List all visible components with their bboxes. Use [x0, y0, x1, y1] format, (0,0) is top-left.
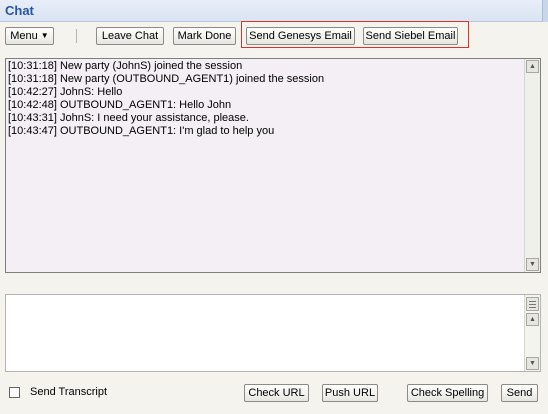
- transcript-line: [10:31:18] New party (JohnS) joined the …: [8, 60, 243, 72]
- transcript-scrollbar[interactable]: ▲ ▼: [524, 59, 540, 272]
- chat-title-bar: Chat: [0, 0, 548, 22]
- check-spelling-button[interactable]: Check Spelling: [407, 384, 488, 402]
- toolbar-separator: [76, 29, 77, 43]
- scroll-thumb[interactable]: [526, 297, 539, 311]
- scroll-up-arrow-icon[interactable]: ▲: [526, 60, 539, 73]
- window-title: Chat: [5, 3, 34, 18]
- leave-chat-button[interactable]: Leave Chat: [96, 27, 164, 45]
- check-url-button[interactable]: Check URL: [244, 384, 309, 402]
- scroll-down-arrow-icon[interactable]: ▼: [526, 357, 539, 370]
- transcript-line: [10:43:31] JohnS: I need your assistance…: [8, 112, 249, 124]
- mark-done-button[interactable]: Mark Done: [173, 27, 236, 45]
- send-button[interactable]: Send: [501, 384, 538, 402]
- scroll-down-arrow-icon[interactable]: ▼: [526, 258, 539, 271]
- transcript-line: [10:43:47] OUTBOUND_AGENT1: I'm glad to …: [8, 125, 275, 137]
- push-url-button[interactable]: Push URL: [322, 384, 378, 402]
- menu-button-label: Menu: [10, 30, 38, 42]
- chat-transcript[interactable]: [10:31:18] New party (JohnS) joined the …: [5, 58, 541, 273]
- transcript-lines: [10:31:18] New party (JohnS) joined the …: [8, 60, 522, 138]
- transcript-line: [10:42:48] OUTBOUND_AGENT1: Hello John: [8, 99, 232, 111]
- message-input-scrollbar[interactable]: ▲ ▼: [524, 295, 540, 371]
- menu-button[interactable]: Menu ▼: [5, 27, 54, 45]
- send-siebel-email-button[interactable]: Send Siebel Email: [363, 27, 458, 45]
- transcript-line: [10:31:18] New party (OUTBOUND_AGENT1) j…: [8, 73, 325, 85]
- scroll-up-arrow-icon[interactable]: ▲: [526, 313, 539, 326]
- message-input[interactable]: ▲ ▼: [5, 294, 541, 372]
- caret-down-icon: ▼: [40, 31, 49, 40]
- send-transcript-label: Send Transcript: [30, 386, 108, 398]
- send-transcript-checkbox[interactable]: [9, 387, 20, 398]
- transcript-line: [10:42:27] JohnS: Hello: [8, 86, 123, 98]
- title-bar-edge: [542, 0, 548, 22]
- send-genesys-email-button[interactable]: Send Genesys Email: [246, 27, 355, 45]
